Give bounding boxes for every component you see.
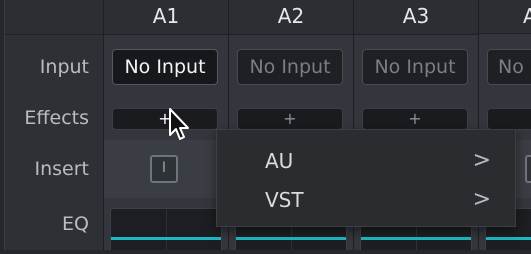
add-effect-button[interactable]: + xyxy=(487,108,531,130)
row-label-eq: EQ xyxy=(62,213,89,235)
channel-a1: A1 No Input + I xyxy=(103,0,228,250)
add-effect-button[interactable]: + xyxy=(237,108,343,130)
menu-item-vst[interactable]: VST > xyxy=(217,180,515,220)
input-selector[interactable]: No Input xyxy=(362,49,468,85)
arrow-pointer-icon xyxy=(169,108,189,140)
row-label-insert: Insert xyxy=(34,158,90,180)
eq-graph[interactable] xyxy=(110,208,222,250)
chevron-right-icon: > xyxy=(472,187,491,212)
channel-name: A2 xyxy=(229,0,353,35)
chevron-right-icon: > xyxy=(472,148,491,173)
menu-item-label: AU xyxy=(265,149,294,173)
effects-context-menu: AU > VST > xyxy=(216,129,516,227)
input-selector[interactable]: No Input xyxy=(112,49,218,85)
menu-item-label: VST xyxy=(265,188,304,212)
add-effect-button[interactable]: + xyxy=(362,108,468,130)
menu-item-au[interactable]: AU > xyxy=(217,141,515,181)
row-label-effects: Effects xyxy=(24,107,89,129)
channel-name: A3 xyxy=(354,0,478,35)
insert-button[interactable]: I xyxy=(150,155,178,183)
input-selector[interactable]: No Input xyxy=(237,49,343,85)
input-selector[interactable]: No I xyxy=(487,49,531,85)
insert-button[interactable]: I xyxy=(525,155,531,183)
eq-curve xyxy=(361,237,471,240)
eq-curve xyxy=(236,237,346,240)
channel-name: A1 xyxy=(104,0,228,35)
header-spacer xyxy=(5,0,103,35)
add-effect-button[interactable]: + xyxy=(112,108,218,130)
eq-curve xyxy=(486,237,531,240)
eq-grid-line xyxy=(166,209,167,250)
row-label-input: Input xyxy=(39,56,89,78)
eq-curve xyxy=(111,237,221,240)
row-labels-column: Input Effects Insert EQ xyxy=(5,0,103,250)
channel-name: A xyxy=(479,0,531,34)
